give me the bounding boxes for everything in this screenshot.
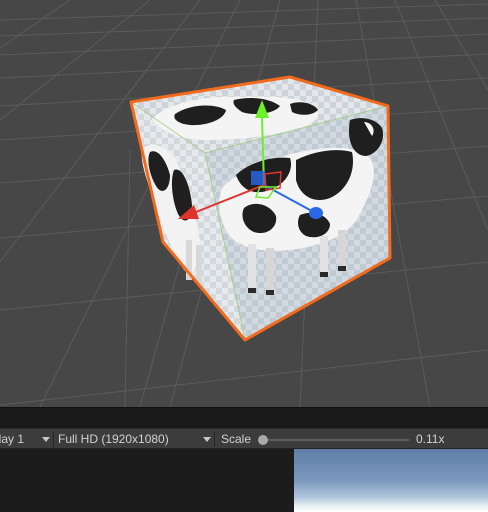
toolbar-separator bbox=[53, 432, 54, 447]
game-view-toolbar: play 1 Full HD (1920x1080) Scale 0.11x bbox=[0, 428, 488, 449]
scale-label: Scale bbox=[221, 432, 252, 446]
panel-divider[interactable] bbox=[0, 407, 488, 429]
scene-view[interactable] bbox=[0, 0, 488, 407]
game-view-render[interactable] bbox=[294, 449, 488, 512]
scale-slider[interactable] bbox=[258, 435, 409, 445]
gizmo-plane-handle[interactable] bbox=[251, 171, 265, 185]
game-view-panel bbox=[0, 449, 488, 512]
display-dropdown-label: play 1 bbox=[0, 432, 25, 446]
scale-value: 0.11x bbox=[416, 432, 445, 446]
chevron-down-icon bbox=[42, 437, 50, 442]
resolution-dropdown-label: Full HD (1920x1080) bbox=[58, 432, 169, 446]
display-dropdown[interactable]: play 1 bbox=[0, 429, 52, 450]
resolution-dropdown[interactable]: Full HD (1920x1080) bbox=[58, 429, 212, 450]
toolbar-separator bbox=[214, 432, 215, 447]
scale-slider-thumb[interactable] bbox=[258, 435, 268, 445]
chevron-down-icon bbox=[203, 437, 211, 442]
scene-canvas[interactable] bbox=[0, 0, 488, 407]
